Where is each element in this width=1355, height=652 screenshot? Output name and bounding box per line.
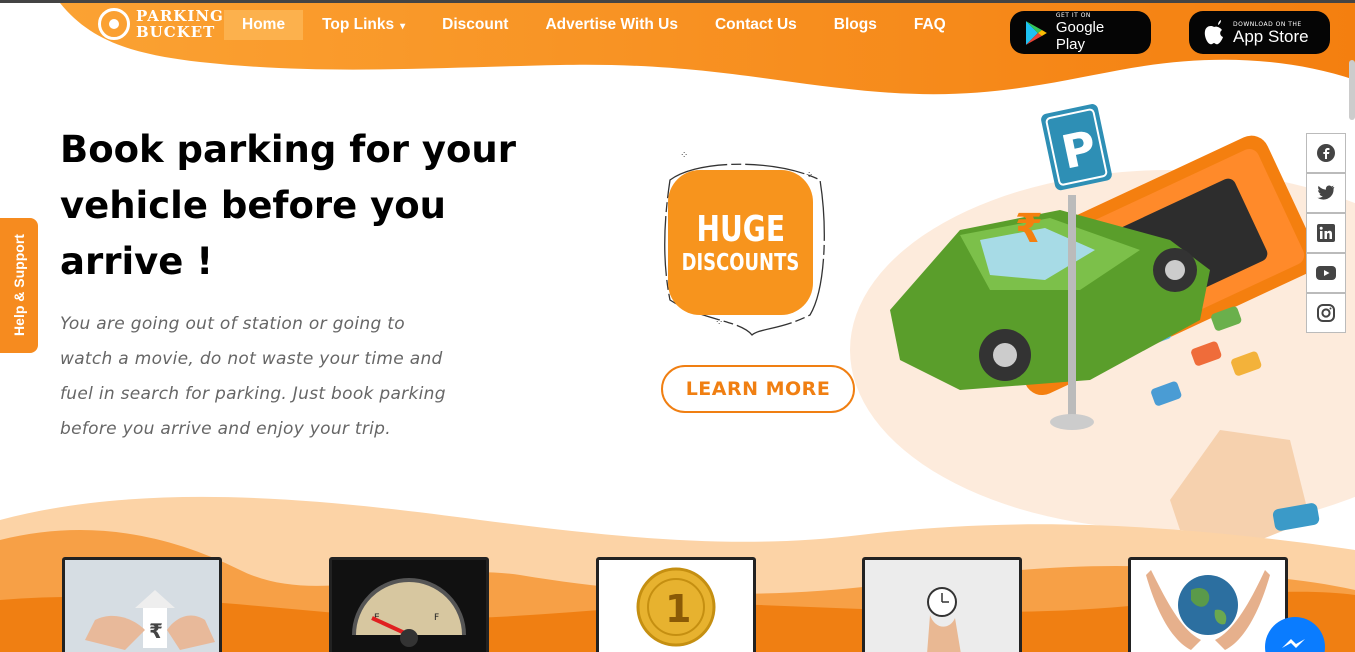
nav-discount[interactable]: Discount [424, 10, 526, 40]
svg-text:⁘: ⁘ [680, 150, 688, 161]
feature-card-coin[interactable]: 1 [596, 557, 756, 652]
feature-image-savings: ₹ [65, 560, 219, 652]
nav-blogs-label: Blogs [833, 16, 877, 33]
nav-home-label: Home [242, 16, 286, 33]
feature-image-time [865, 560, 1019, 652]
messenger-icon [1282, 639, 1305, 648]
svg-text:₹: ₹ [149, 619, 163, 643]
feature-image-coin: 1 [599, 560, 753, 652]
svg-text:⁘: ⁘ [715, 317, 723, 328]
social-sidebar [1306, 133, 1346, 333]
nav-contact[interactable]: Contact Us [697, 10, 815, 40]
steering-wheel-icon [98, 8, 130, 40]
promo-line-2: DISCOUNTS [681, 249, 800, 276]
svg-text:⁘: ⁘ [805, 170, 813, 181]
feature-card-fuel[interactable]: E F [329, 557, 489, 652]
feature-image-fuel: E F [332, 560, 486, 652]
nav-top-links[interactable]: Top Links ▾ [304, 10, 423, 40]
linkedin-button[interactable] [1306, 213, 1346, 253]
youtube-button[interactable] [1306, 253, 1346, 293]
google-play-label: Google Play [1055, 19, 1105, 53]
nav-top-links-label: Top Links [322, 16, 395, 33]
hero-description: You are going out of station or going to… [60, 314, 446, 439]
app-store-label: App Store [1233, 26, 1309, 46]
feature-card-time[interactable] [862, 557, 1022, 652]
brand-line-2: BUCKET [136, 23, 216, 41]
hero-title: Book parking for your vehicle before you… [60, 128, 516, 283]
main-nav: Home Top Links ▾ Discount Advertise With … [224, 10, 965, 40]
clock-icon [927, 587, 961, 652]
nav-faq[interactable]: FAQ [896, 10, 964, 40]
twitter-button[interactable] [1306, 173, 1346, 213]
parking-illustration: ₹ P [850, 104, 1355, 540]
google-play-icon [1025, 20, 1047, 45]
discount-promo: ⁘ ⁘ ⁘ HUGE DISCOUNTS [660, 150, 830, 340]
rupee-coin-icon: 1 [636, 567, 716, 647]
nav-advertise[interactable]: Advertise With Us [527, 10, 696, 40]
svg-text:F: F [434, 613, 439, 623]
help-support-label: Help & Support [11, 234, 27, 336]
brand-line-1: PARKING [136, 7, 224, 25]
brand-name: PARKING BUCKET [136, 8, 224, 40]
rupee-icon: ₹ [1015, 206, 1043, 252]
instagram-button[interactable] [1306, 293, 1346, 333]
google-play-sub: GET IT ON [1055, 12, 1091, 19]
chevron-down-icon: ▾ [400, 21, 406, 32]
nav-faq-label: FAQ [913, 16, 946, 33]
feature-card-globe[interactable] [1128, 557, 1288, 652]
help-support-tab[interactable]: Help & Support [0, 218, 38, 353]
promo-line-1: HUGE [696, 208, 785, 250]
facebook-button[interactable] [1306, 133, 1346, 173]
instagram-icon [1317, 304, 1335, 322]
messenger-chat-button[interactable] [1265, 617, 1325, 652]
facebook-icon [1317, 144, 1335, 162]
nav-contact-label: Contact Us [714, 16, 797, 33]
nav-discount-label: Discount [442, 16, 509, 33]
app-store-button[interactable]: DOWNLOAD ON THE App Store [1189, 11, 1330, 54]
globe-icon [1146, 570, 1270, 650]
twitter-icon [1317, 185, 1335, 200]
learn-more-button[interactable]: LEARN MORE [661, 365, 855, 413]
nav-blogs[interactable]: Blogs [816, 10, 895, 40]
linkedin-icon [1317, 224, 1335, 242]
nav-advertise-label: Advertise With Us [545, 16, 678, 33]
google-play-button[interactable]: GET IT ON Google Play [1010, 11, 1151, 54]
house-rupee-icon: ₹ [85, 590, 215, 650]
fuel-gauge-icon: E F [352, 578, 466, 647]
svg-text:1: 1 [665, 587, 691, 631]
apple-icon [1204, 19, 1223, 44]
promo-badge: HUGE DISCOUNTS [668, 170, 813, 315]
feature-card-savings[interactable]: ₹ [62, 557, 222, 652]
brand-logo[interactable]: PARKING BUCKET [98, 8, 224, 40]
youtube-icon [1316, 266, 1336, 280]
nav-home[interactable]: Home [224, 10, 304, 40]
feature-image-globe [1131, 560, 1285, 652]
